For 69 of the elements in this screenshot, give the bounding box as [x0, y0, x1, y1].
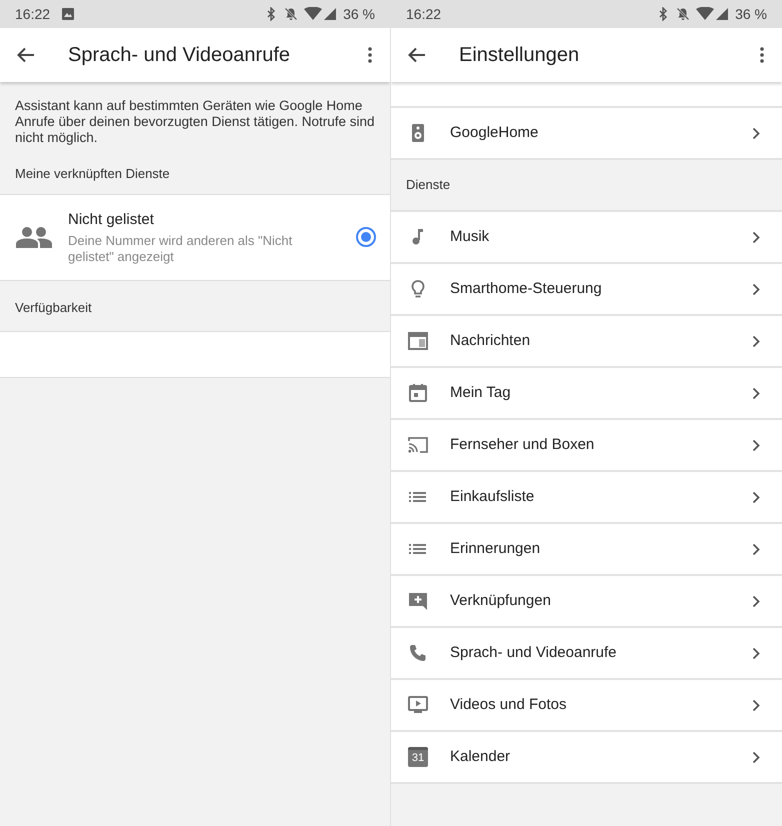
option-title: Nicht gelistet: [68, 210, 155, 230]
item-label: Kalender: [450, 746, 512, 767]
settings-list-item[interactable]: Mein Tag: [391, 368, 782, 420]
people-icon: [16, 226, 52, 248]
chevron-right-icon: [752, 438, 760, 452]
battery-percentage: 36 %: [343, 4, 375, 24]
calendar-day-icon: [408, 383, 428, 403]
chevron-right-icon: [752, 594, 760, 608]
more-vertical-icon: [368, 47, 372, 63]
status-time: 16:22: [15, 4, 50, 24]
service-option-row[interactable]: Nicht gelistet Deine Nummer wird anderen als "Nicht gelistet" angezeigt: [0, 194, 390, 280]
muted-bell-icon: [284, 7, 298, 21]
screen-title: Sprach- und Videoanrufe: [68, 43, 290, 68]
settings-list-item[interactable]: Nachrichten: [391, 316, 782, 368]
settings-list-item[interactable]: GoogleHome: [391, 108, 782, 160]
signal-icon: [324, 7, 336, 21]
item-label: Verknüpfungen: [450, 590, 552, 611]
chevron-right-icon: [752, 750, 760, 764]
more-vertical-icon: [760, 47, 764, 63]
settings-list-item[interactable]: Erinnerungen: [391, 524, 782, 576]
battery-percentage: 36 %: [735, 4, 767, 24]
section-heading: Verfügbarkeit: [14, 298, 93, 317]
option-subtitle: Deine Nummer wird anderen als "Nicht gelistet" angezeigt: [68, 233, 294, 266]
item-label: Videos und Fotos: [450, 694, 568, 715]
muted-bell-icon: [676, 7, 690, 21]
item-label: Einkaufsliste: [450, 486, 536, 507]
cast-icon: [408, 435, 428, 455]
item-label: Smarthome-Steuerung: [450, 278, 603, 299]
chevron-right-icon: [752, 646, 760, 660]
video-screen-icon: [408, 695, 428, 715]
settings-list-item[interactable]: Verknüpfungen: [391, 576, 782, 628]
newspaper-icon: [408, 331, 428, 351]
bluetooth-icon: [658, 7, 668, 21]
section-heading: Meine verknüpften Dienste: [14, 165, 171, 183]
radio-button[interactable]: [356, 227, 376, 247]
item-label: Sprach- und Videoanrufe: [450, 642, 618, 663]
item-label: Mein Tag: [450, 382, 512, 403]
item-label: Fernseher und Boxen: [450, 434, 596, 455]
chevron-right-icon: [752, 698, 760, 712]
chevron-right-icon: [752, 282, 760, 296]
settings-list-item[interactable]: Sprach- und Videoanrufe: [391, 628, 782, 680]
settings-list-item[interactable]: Einkaufsliste: [391, 472, 782, 524]
chevron-right-icon: [752, 230, 760, 244]
add-comment-icon: [408, 591, 428, 611]
status-time: 16:22: [406, 4, 442, 24]
wifi-icon: [304, 7, 322, 21]
chevron-right-icon: [752, 386, 760, 400]
phone-handset-icon: [408, 643, 428, 663]
bluetooth-icon: [266, 7, 276, 21]
back-arrow-icon: [17, 47, 35, 63]
chevron-right-icon: [752, 334, 760, 348]
chevron-right-icon: [752, 542, 760, 556]
back-arrow-icon: [408, 47, 426, 63]
item-label: Nachrichten: [450, 330, 532, 351]
chevron-right-icon: [752, 126, 760, 140]
item-label: GoogleHome: [450, 122, 540, 143]
description-text: Assistant kann auf bestimmten Geräten wie Google Home Anrufe über deinen bevorzugten Dienst tätigen. Notrufe sind nicht möglich.: [14, 97, 376, 146]
signal-icon: [716, 7, 728, 21]
settings-list-item[interactable]: Videos und Fotos: [391, 680, 782, 732]
wifi-icon: [696, 7, 714, 21]
settings-list-item[interactable]: Fernseher und Boxen: [391, 420, 782, 472]
item-label: Erinnerungen: [450, 538, 542, 559]
settings-list-item[interactable]: Musik: [391, 212, 782, 264]
chevron-right-icon: [752, 490, 760, 504]
settings-list-item[interactable]: Smarthome-Steuerung: [391, 264, 782, 316]
calendar-icon: 31: [408, 747, 428, 767]
item-label: Musik: [450, 226, 490, 247]
settings-list-item[interactable]: 31 Kalender: [391, 732, 782, 784]
screen-title: Einstellungen: [459, 43, 580, 68]
